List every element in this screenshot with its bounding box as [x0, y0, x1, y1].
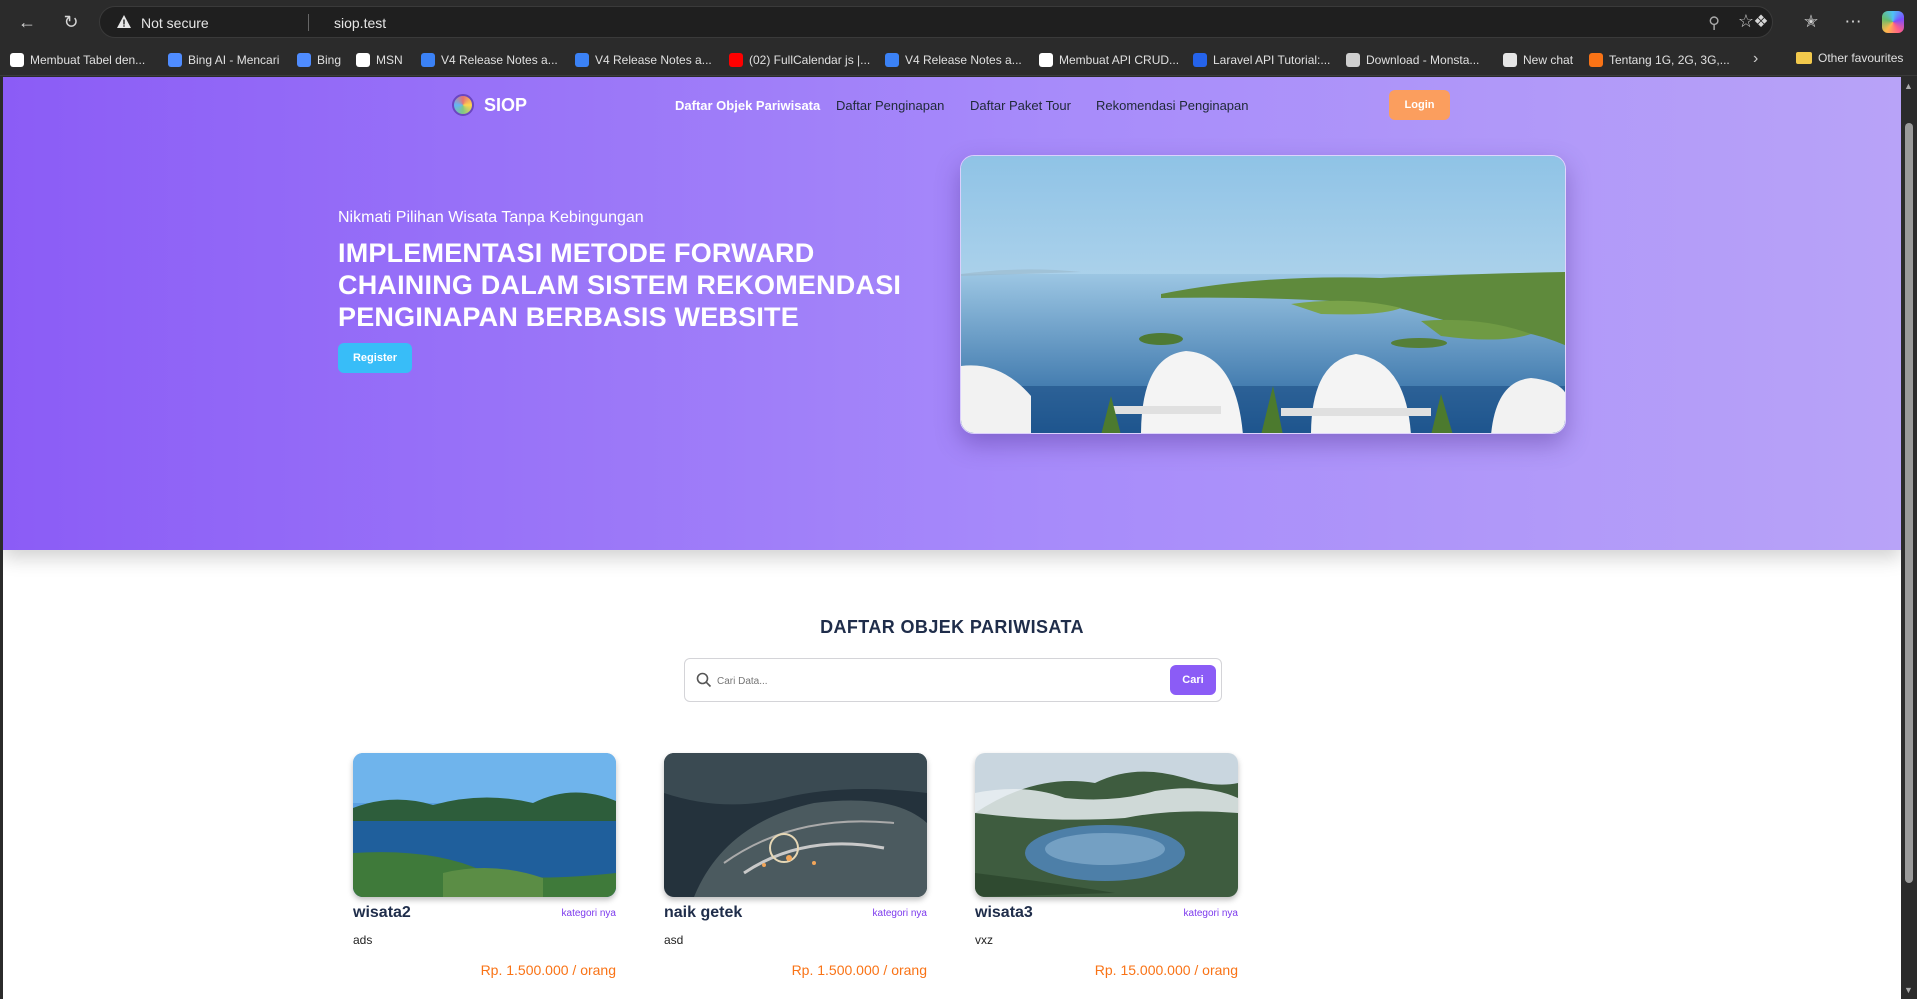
nav-objek-pariwisata[interactable]: Daftar Objek Pariwisata: [675, 98, 820, 113]
scroll-up-icon[interactable]: ▲: [1904, 81, 1913, 91]
search-bar: Cari: [684, 658, 1222, 702]
msn-icon: [356, 53, 370, 67]
card-price: Rp. 1.500.000 / orang: [480, 962, 616, 978]
hero-subtitle: Nikmati Pilihan Wisata Tanpa Kebingungan: [338, 209, 644, 226]
nav-paket-tour[interactable]: Daftar Paket Tour: [970, 98, 1071, 113]
divider: [308, 14, 309, 31]
hero-section: SIOP Daftar Objek Pariwisata Daftar Peng…: [3, 77, 1901, 550]
extensions-icon[interactable]: ❖: [1746, 8, 1776, 36]
folder-icon: [1796, 52, 1812, 64]
medium-icon: [10, 53, 24, 67]
bookmark-label: (02) FullCalendar js |...: [749, 53, 871, 67]
bookmark-item[interactable]: V4 Release Notes a...: [575, 51, 712, 69]
browser-toolbar: ← ↻ Not secure siop.test ⚲ ☆ ❖ ✭ ⋯: [0, 0, 1917, 44]
blogger-icon: [1589, 53, 1603, 67]
hero-image: [960, 155, 1566, 434]
refresh-icon[interactable]: ↻: [56, 8, 86, 36]
bookmark-label: Membuat API CRUD...: [1059, 53, 1180, 67]
bookmark-label: V4 Release Notes a...: [441, 53, 558, 67]
bookmark-label: V4 Release Notes a...: [905, 53, 1022, 67]
bookmark-item[interactable]: V4 Release Notes a...: [421, 51, 558, 69]
page-viewport: SIOP Daftar Objek Pariwisata Daftar Peng…: [3, 77, 1901, 999]
bookmark-label: New chat: [1523, 53, 1574, 67]
card-price: Rp. 15.000.000 / orang: [1094, 962, 1238, 978]
scroll-down-icon[interactable]: ▼: [1904, 985, 1913, 995]
bookmark-item[interactable]: Download - Monsta...: [1346, 51, 1479, 69]
warning-icon[interactable]: [116, 14, 132, 30]
bookmark-item[interactable]: Membuat Tabel den...: [10, 51, 145, 69]
card-category: kategori nya: [872, 908, 927, 919]
page-icon: [885, 53, 899, 67]
card-item[interactable]: wisata3 kategori nya vxz Rp. 15.000.000 …: [975, 753, 1238, 978]
card-category: kategori nya: [561, 908, 616, 919]
card-description: vxz: [975, 933, 993, 947]
bookmark-item[interactable]: Tentang 1G, 2G, 3G,...: [1589, 51, 1730, 69]
bookmark-label: Tentang 1G, 2G, 3G,...: [1609, 53, 1730, 67]
bookmark-item[interactable]: New chat: [1503, 51, 1573, 69]
url-text[interactable]: siop.test: [334, 15, 386, 31]
card-price: Rp. 1.500.000 / orang: [791, 962, 927, 978]
bookmarks-bar: Membuat Tabel den... Bing AI - Mencari Bin…: [0, 44, 1917, 76]
search-button[interactable]: Cari: [1170, 665, 1216, 695]
card-image[interactable]: [353, 753, 616, 897]
bookmark-item[interactable]: Laravel API Tutorial:...: [1193, 51, 1330, 69]
youtube-icon: [729, 53, 743, 67]
security-label[interactable]: Not secure: [141, 15, 209, 31]
card-title: wisata3: [975, 904, 1033, 921]
page-scrollbar[interactable]: ▲ ▼: [1901, 77, 1917, 999]
more-menu-icon[interactable]: ⋯: [1838, 8, 1868, 36]
card-description: ads: [353, 933, 373, 947]
register-button[interactable]: Register: [338, 343, 412, 373]
site-logo[interactable]: SIOP: [452, 94, 527, 116]
favorites-icon[interactable]: ✭: [1796, 8, 1826, 36]
bookmark-label: Bing: [317, 53, 342, 67]
zoom-icon[interactable]: ⚲: [1708, 13, 1720, 33]
openai-icon: [1503, 53, 1517, 67]
chevron-right-icon[interactable]: ›: [1753, 50, 1758, 68]
card-image[interactable]: [664, 753, 927, 897]
bookmark-label: Bing AI - Mencari: [188, 53, 280, 67]
bookmark-item[interactable]: Bing AI - Mencari: [168, 51, 279, 69]
bookmark-item[interactable]: Membuat API CRUD...: [1039, 51, 1179, 69]
nav-rekomendasi-penginapan[interactable]: Rekomendasi Penginapan: [1096, 98, 1249, 113]
bookmark-label: V4 Release Notes a...: [595, 53, 712, 67]
bookmark-label: Membuat Tabel den...: [30, 53, 146, 67]
bookmark-label: MSN: [376, 53, 403, 67]
login-button[interactable]: Login: [1389, 90, 1450, 120]
back-icon[interactable]: ←: [12, 8, 42, 36]
search-input[interactable]: [717, 671, 1137, 691]
laravel-icon: [1193, 53, 1207, 67]
bookmark-item[interactable]: V4 Release Notes a...: [885, 51, 1022, 69]
bookmark-item[interactable]: Bing: [297, 51, 341, 69]
logo-mark-icon: [452, 94, 474, 116]
nav-penginapan[interactable]: Daftar Penginapan: [836, 98, 944, 113]
page-icon: [421, 53, 435, 67]
logo-text: SIOP: [484, 94, 528, 115]
other-favourites-label: Other favourites: [1818, 51, 1904, 65]
card-title: naik getek: [664, 904, 743, 921]
bookmark-item[interactable]: MSN: [356, 51, 403, 69]
bookmark-item[interactable]: (02) FullCalendar js |...: [729, 51, 870, 69]
bookmark-label: Download - Monsta...: [1366, 53, 1480, 67]
card-image[interactable]: [975, 753, 1238, 897]
card-category: kategori nya: [1183, 908, 1238, 919]
copilot-icon[interactable]: [1882, 11, 1904, 33]
other-favourites-folder[interactable]: Other favourites: [1796, 51, 1903, 65]
card-item[interactable]: naik getek kategori nya asd Rp. 1.500.00…: [664, 753, 927, 978]
document-icon: [1346, 53, 1360, 67]
bing-search-icon: [297, 53, 311, 67]
bookmark-label: Laravel API Tutorial:...: [1213, 53, 1331, 67]
browser-window: ← ↻ Not secure siop.test ⚲ ☆ ❖ ✭ ⋯ Membu…: [0, 0, 1917, 999]
search-icon: [696, 672, 712, 688]
section-title: DAFTAR OBJEK PARIWISATA: [820, 617, 1084, 637]
card-title: wisata2: [353, 904, 411, 921]
bing-search-icon: [168, 53, 182, 67]
address-bar[interactable]: Not secure siop.test ⚲ ☆: [99, 6, 1773, 38]
page-icon: [575, 53, 589, 67]
medium-icon: [1039, 53, 1053, 67]
card-item[interactable]: wisata2 kategori nya ads Rp. 1.500.000 /…: [353, 753, 616, 978]
card-description: asd: [664, 933, 684, 947]
hero-headline: IMPLEMENTASI METODE FORWARD CHAINING DAL…: [338, 238, 902, 332]
scrollbar-thumb[interactable]: [1905, 123, 1913, 883]
